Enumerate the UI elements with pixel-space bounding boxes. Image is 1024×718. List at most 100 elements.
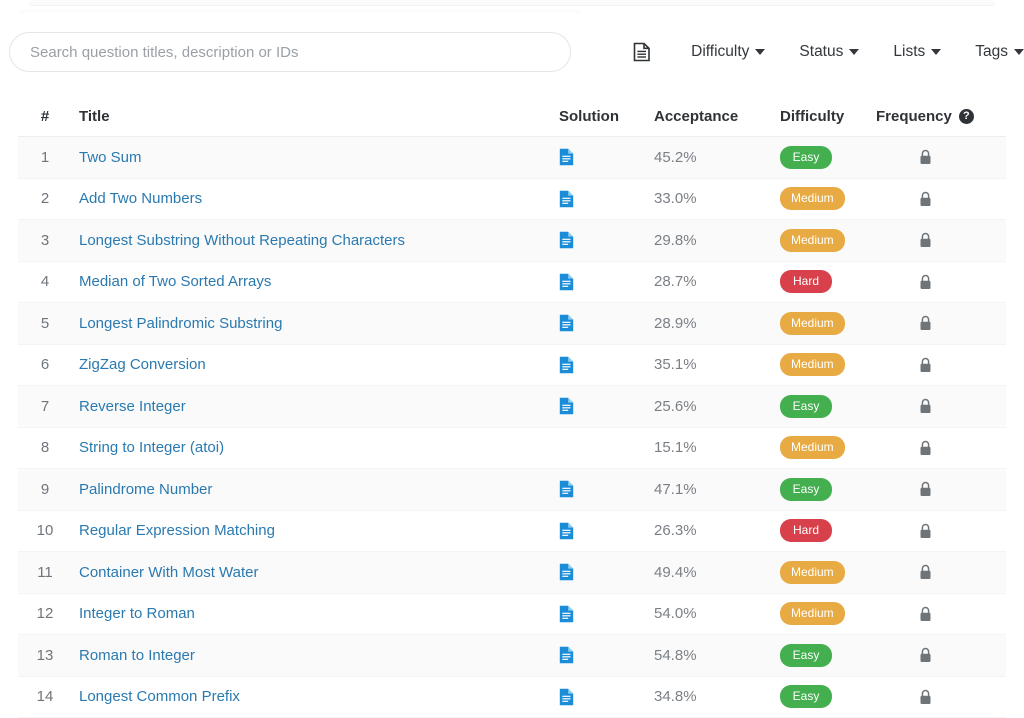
- lock-icon-wrap: [876, 149, 986, 165]
- problem-title-link[interactable]: Regular Expression Matching: [79, 522, 275, 539]
- row-number: 13: [18, 647, 72, 664]
- row-title-cell: ZigZag Conversion: [72, 356, 556, 373]
- row-solution-cell[interactable]: [556, 605, 651, 623]
- table-row[interactable]: 7Reverse Integer25.6%Easy: [18, 386, 1006, 428]
- column-header-acceptance[interactable]: Acceptance: [651, 108, 779, 125]
- table-row[interactable]: 2Add Two Numbers33.0%Medium: [18, 179, 1006, 221]
- problems-table: # Title Solution Acceptance Difficulty F…: [18, 96, 1006, 718]
- row-solution-cell[interactable]: [556, 646, 651, 664]
- lock-icon-wrap: [876, 274, 986, 290]
- chevron-down-icon: [931, 49, 941, 55]
- row-solution-cell[interactable]: [556, 148, 651, 166]
- table-header-row: # Title Solution Acceptance Difficulty F…: [18, 96, 1006, 137]
- problem-title-link[interactable]: ZigZag Conversion: [79, 356, 206, 373]
- solution-document-icon: [559, 148, 574, 166]
- document-icon-button[interactable]: [627, 37, 657, 67]
- filter-tags[interactable]: Tags: [975, 39, 1024, 65]
- column-header-title[interactable]: Title: [72, 108, 556, 125]
- row-difficulty-cell: Easy: [779, 478, 876, 501]
- filter-status-label: Status: [799, 43, 843, 61]
- table-row[interactable]: 8String to Integer (atoi)15.1%Medium: [18, 428, 1006, 470]
- problem-title-link[interactable]: Add Two Numbers: [79, 190, 202, 207]
- table-row[interactable]: 11Container With Most Water49.4%Medium: [18, 552, 1006, 594]
- problem-title-link[interactable]: Container With Most Water: [79, 564, 259, 581]
- row-frequency-cell: [876, 398, 986, 414]
- table-row[interactable]: 9 Palindrome Number 47.1%Easy: [18, 469, 1006, 511]
- row-solution-cell[interactable]: [556, 190, 651, 208]
- table-row[interactable]: 4Median of Two Sorted Arrays28.7%Hard: [18, 262, 1006, 304]
- row-number: 6: [18, 356, 72, 373]
- row-difficulty-cell: Hard: [779, 270, 876, 293]
- lock-icon-wrap: [876, 606, 986, 622]
- row-solution-cell[interactable]: [556, 231, 651, 249]
- solution-document-icon: [559, 480, 574, 498]
- table-row[interactable]: 12Integer to Roman54.0%Medium: [18, 594, 1006, 636]
- problem-title-link[interactable]: Two Sum: [79, 149, 142, 166]
- table-row[interactable]: 14Longest Common Prefix34.8%Easy: [18, 677, 1006, 718]
- column-header-frequency[interactable]: Frequency ?: [876, 108, 986, 125]
- problem-title-link[interactable]: Median of Two Sorted Arrays: [79, 273, 271, 290]
- lock-icon: [919, 564, 932, 580]
- filter-difficulty[interactable]: Difficulty: [691, 39, 765, 65]
- lock-icon: [919, 523, 932, 539]
- solution-document-icon: [559, 231, 574, 249]
- row-acceptance: 34.8%: [651, 688, 779, 705]
- row-number: 8: [18, 439, 72, 456]
- row-acceptance: 47.1%: [651, 481, 779, 498]
- row-frequency-cell: [876, 689, 986, 705]
- row-solution-cell[interactable]: [556, 397, 651, 415]
- filter-status[interactable]: Status: [799, 39, 859, 65]
- filter-tags-label: Tags: [975, 43, 1008, 61]
- row-solution-cell[interactable]: [556, 273, 651, 291]
- row-acceptance: 26.3%: [651, 522, 779, 539]
- filter-lists[interactable]: Lists: [893, 39, 941, 65]
- row-title-cell: String to Integer (atoi): [72, 439, 556, 456]
- difficulty-badge: Easy: [780, 478, 832, 501]
- column-header-frequency-label: Frequency: [876, 108, 952, 125]
- solution-document-icon: [559, 688, 574, 706]
- row-solution-cell[interactable]: [556, 314, 651, 332]
- problem-list-page: Difficulty Status Lists Tags # Title Sol…: [0, 0, 1024, 706]
- column-header-difficulty[interactable]: Difficulty: [779, 108, 876, 125]
- chevron-down-icon: [755, 49, 765, 55]
- problem-title-link[interactable]: Integer to Roman: [79, 605, 195, 622]
- row-frequency-cell: [876, 523, 986, 539]
- search-input[interactable]: [9, 32, 571, 72]
- table-row[interactable]: 5Longest Palindromic Substring28.9%Mediu…: [18, 303, 1006, 345]
- table-row[interactable]: 6ZigZag Conversion35.1%Medium: [18, 345, 1006, 387]
- row-title-cell: Median of Two Sorted Arrays: [72, 273, 556, 290]
- row-solution-cell[interactable]: [556, 480, 651, 498]
- lock-icon: [919, 481, 932, 497]
- solution-document-icon: [559, 356, 574, 374]
- problem-title-link[interactable]: Longest Substring Without Repeating Char…: [79, 232, 405, 249]
- row-title-cell: Reverse Integer: [72, 398, 556, 415]
- problem-title-link[interactable]: Roman to Integer: [79, 647, 195, 664]
- row-difficulty-cell: Medium: [779, 229, 876, 252]
- problem-title-link[interactable]: Reverse Integer: [79, 398, 186, 415]
- row-frequency-cell: [876, 315, 986, 331]
- problem-title-link[interactable]: Palindrome Number: [79, 481, 212, 498]
- problem-title-link[interactable]: Longest Palindromic Substring: [79, 315, 282, 332]
- row-solution-cell[interactable]: [556, 522, 651, 540]
- problem-title-link[interactable]: Longest Common Prefix: [79, 688, 240, 705]
- row-number: 9: [18, 481, 72, 498]
- row-solution-cell[interactable]: [556, 688, 651, 706]
- help-icon[interactable]: ?: [959, 109, 974, 124]
- row-acceptance: 28.7%: [651, 273, 779, 290]
- column-header-number[interactable]: #: [18, 108, 72, 125]
- row-solution-cell[interactable]: [556, 563, 651, 581]
- row-difficulty-cell: Easy: [779, 146, 876, 169]
- column-header-solution[interactable]: Solution: [556, 108, 651, 125]
- lock-icon-wrap: [876, 523, 986, 539]
- lock-icon-wrap: [876, 232, 986, 248]
- row-acceptance: 29.8%: [651, 232, 779, 249]
- table-row[interactable]: 3Longest Substring Without Repeating Cha…: [18, 220, 1006, 262]
- filter-lists-label: Lists: [893, 43, 925, 61]
- table-row[interactable]: 13Roman to Integer54.8%Easy: [18, 635, 1006, 677]
- problem-title-link[interactable]: String to Integer (atoi): [79, 439, 224, 456]
- row-frequency-cell: [876, 357, 986, 373]
- row-difficulty-cell: Medium: [779, 187, 876, 210]
- table-row[interactable]: 1Two Sum45.2%Easy: [18, 137, 1006, 179]
- row-solution-cell[interactable]: [556, 356, 651, 374]
- table-row[interactable]: 10Regular Expression Matching26.3%Hard: [18, 511, 1006, 553]
